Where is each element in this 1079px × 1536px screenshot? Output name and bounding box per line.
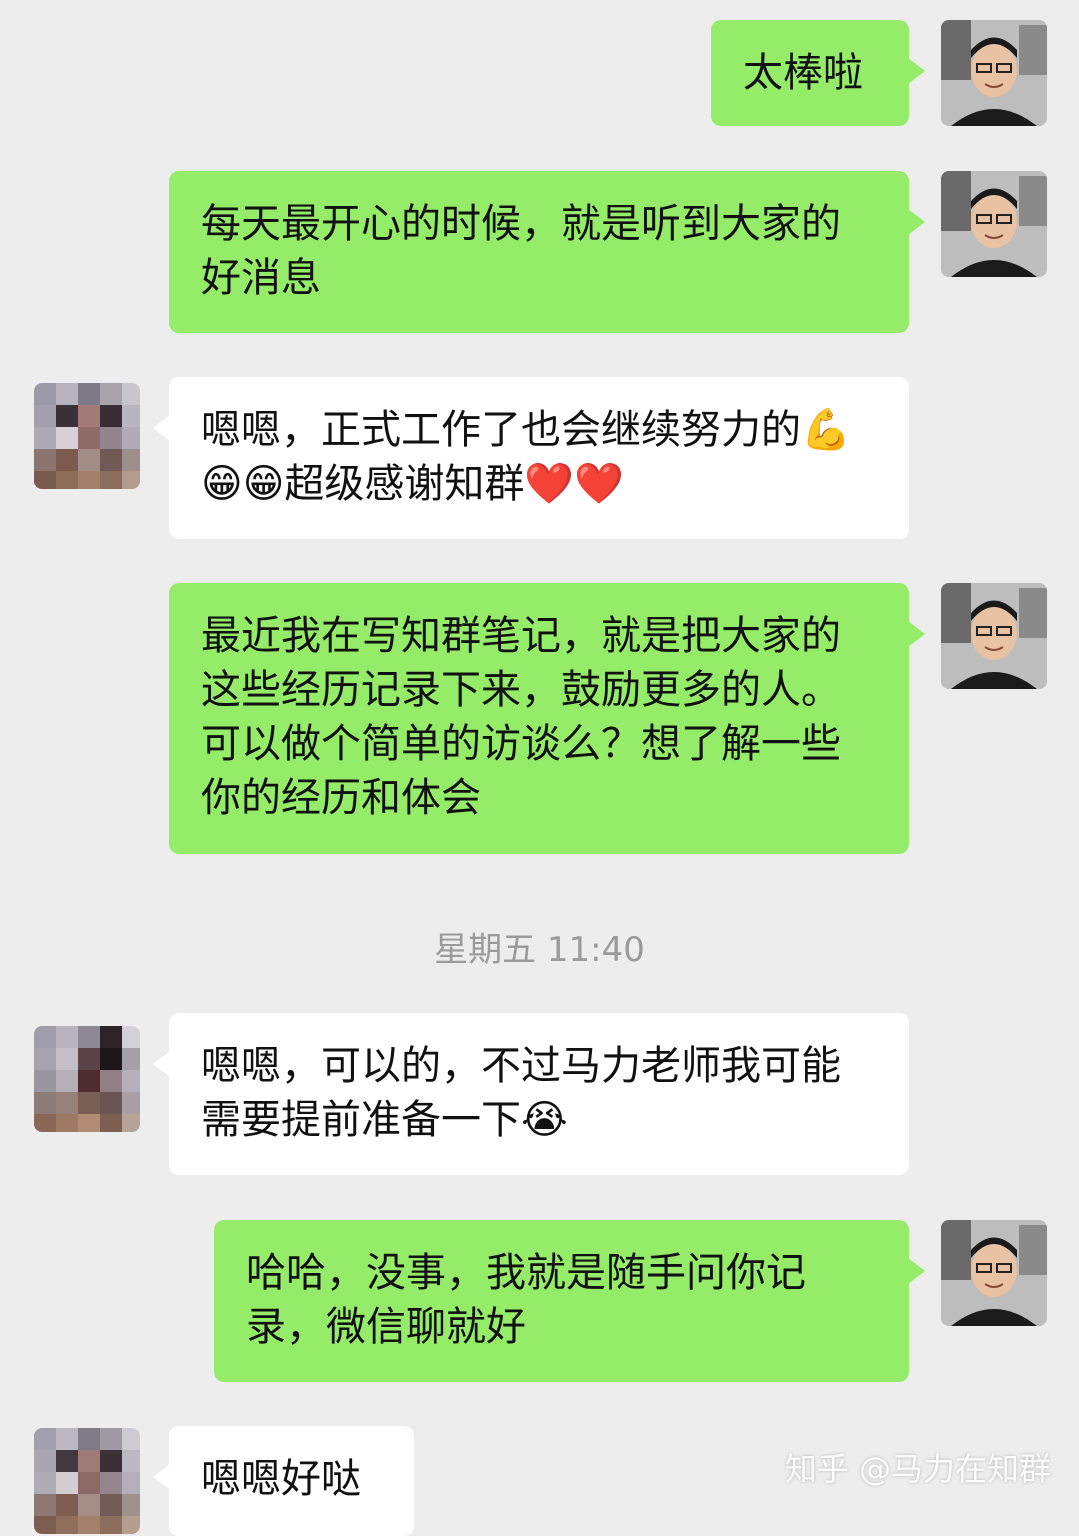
message-bubble-incoming[interactable]: 嗯嗯好哒 (153, 1426, 414, 1536)
my-avatar[interactable] (941, 20, 1047, 126)
message-bubble-incoming[interactable]: 嗯嗯，可以的，不过马力老师我可能需要提前准备一下😭 (153, 1013, 909, 1175)
message-text: 嗯嗯，正式工作了也会继续努力的💪😁😁超级感谢知群❤️❤️ (201, 407, 851, 507)
message-text: 哈哈，没事，我就是随手问你记录，微信聊就好 (246, 1250, 806, 1350)
message-text: 太棒啦 (743, 50, 863, 96)
message-bubble-outgoing[interactable]: 太棒啦 (711, 20, 925, 126)
zhihu-watermark: 知乎 @马力在知群 (784, 1450, 1051, 1488)
message-text: 嗯嗯，可以的，不过马力老师我可能需要提前准备一下😭 (201, 1043, 841, 1143)
message-bubble-outgoing[interactable]: 每天最开心的时候，就是听到大家的好消息 (169, 171, 925, 333)
message-text: 每天最开心的时候，就是听到大家的好消息 (201, 201, 841, 301)
contact-avatar-pixelated[interactable] (34, 383, 140, 489)
message-bubble-outgoing[interactable]: 哈哈，没事，我就是随手问你记录，微信聊就好 (214, 1220, 925, 1382)
message-text: 最近我在写知群笔记，就是把大家的这些经历记录下来，鼓励更多的人。可以做个简单的访… (201, 613, 841, 821)
message-text: 嗯嗯好哒 (201, 1456, 361, 1502)
contact-avatar-pixelated[interactable] (34, 1026, 140, 1132)
my-avatar[interactable] (941, 583, 1047, 689)
my-avatar[interactable] (941, 171, 1047, 277)
message-bubble-outgoing[interactable]: 最近我在写知群笔记，就是把大家的这些经历记录下来，鼓励更多的人。可以做个简单的访… (169, 583, 925, 854)
chat-timestamp: 星期五 11:40 (434, 930, 645, 970)
my-avatar[interactable] (941, 1220, 1047, 1326)
message-bubble-incoming[interactable]: 嗯嗯，正式工作了也会继续努力的💪😁😁超级感谢知群❤️❤️ (153, 377, 909, 539)
contact-avatar-pixelated[interactable] (34, 1428, 140, 1534)
